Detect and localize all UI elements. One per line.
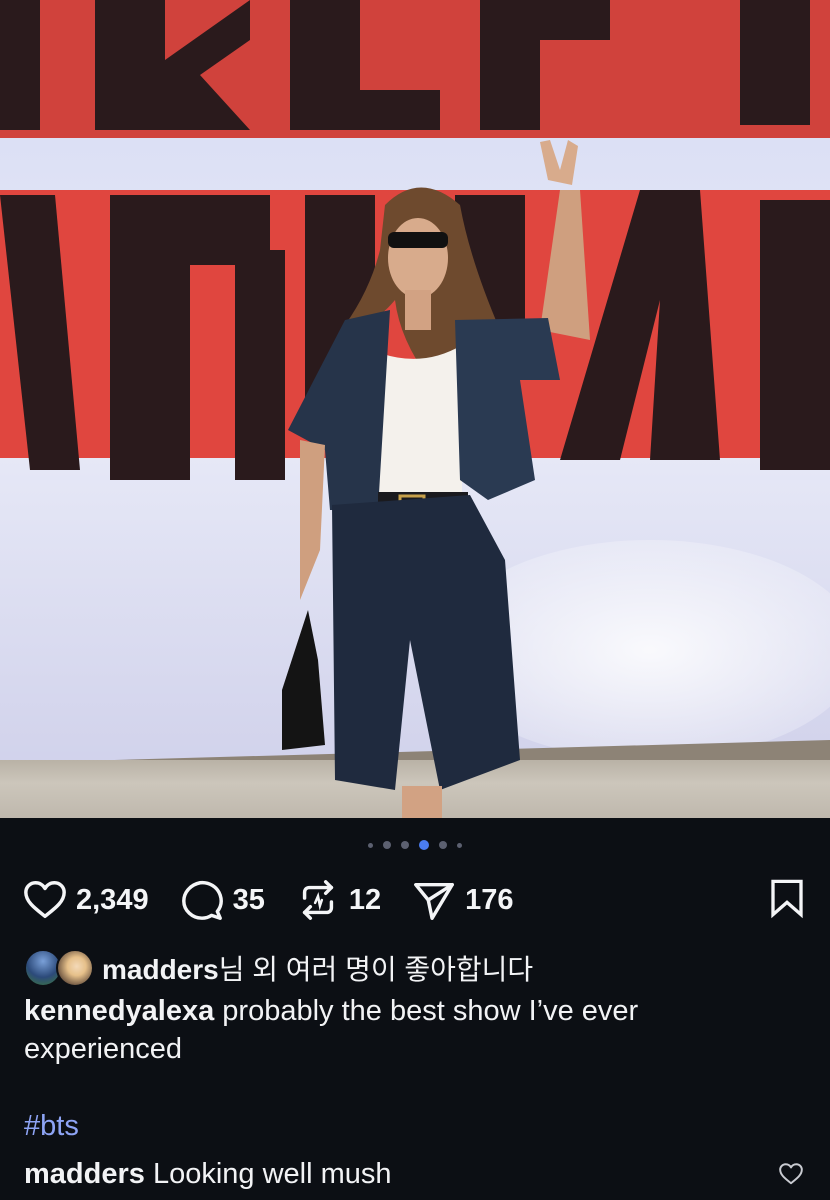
carousel-dot [383, 841, 391, 849]
send-icon [414, 882, 455, 920]
comment-username[interactable]: madders [24, 1158, 145, 1190]
caption-username[interactable]: kennedyalexa [24, 995, 214, 1027]
share-count: 176 [465, 883, 514, 916]
comment-like-button[interactable] [778, 1161, 804, 1192]
carousel-dot-active [419, 840, 429, 850]
repost-button[interactable]: 12 [295, 877, 381, 923]
comment-text: Looking well mush [144, 1158, 392, 1190]
comment-button[interactable]: 35 [179, 877, 265, 923]
like-button[interactable]: 2,349 [22, 877, 149, 923]
post-photo[interactable] [0, 0, 830, 818]
comment-item: madders Looking well mush [24, 1158, 392, 1191]
liked-by-row[interactable]: madders님 외 여러 명이 좋아합니다 [24, 948, 533, 988]
repost-icon [302, 880, 333, 920]
liker-avatars [24, 949, 96, 987]
post-caption: kennedyalexa probably the best show I’ve… [24, 992, 804, 1068]
share-button[interactable]: 176 [411, 877, 514, 923]
like-count: 2,349 [76, 883, 149, 916]
carousel-dot [368, 842, 373, 848]
person-figure [0, 0, 830, 818]
carousel-dot [439, 841, 447, 849]
hashtag-link[interactable]: #bts [24, 1110, 79, 1143]
carousel-dot [457, 842, 462, 848]
post-action-bar: 2,349 35 12 176 [22, 878, 808, 922]
heart-icon [24, 881, 66, 919]
carousel-dot [401, 841, 409, 849]
liked-by-username[interactable]: madders [102, 954, 219, 985]
carousel-indicator [0, 840, 830, 850]
comment-icon [181, 880, 223, 920]
heart-icon [779, 1163, 803, 1185]
bookmark-icon [771, 879, 803, 918]
save-button[interactable] [766, 877, 808, 924]
liked-by-text: madders님 외 여러 명이 좋아합니다 [102, 948, 533, 988]
comment-count: 35 [232, 883, 265, 916]
avatar [56, 949, 94, 987]
repost-count: 12 [348, 883, 382, 916]
liked-by-suffix: 님 외 여러 명이 좋아합니다 [218, 954, 534, 985]
